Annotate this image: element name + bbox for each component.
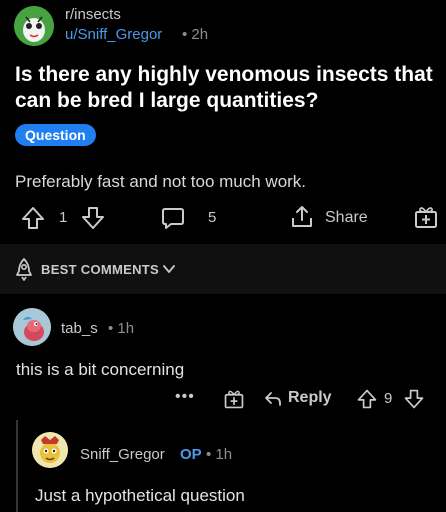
comment-vote-count: 9 — [384, 390, 393, 407]
post-flair[interactable]: Question — [15, 124, 96, 146]
post-author[interactable]: u/Sniff_Gregor — [65, 26, 162, 43]
downvote-icon[interactable] — [403, 388, 425, 410]
comment-text: this is a bit concerning — [16, 360, 185, 379]
post-body: Preferably fast and not too much work. — [15, 172, 307, 191]
post-card: r/insects u/Sniff_Gregor • 2h Is there a… — [0, 0, 446, 244]
share-button[interactable]: Share — [325, 209, 368, 227]
award-icon[interactable] — [223, 388, 245, 410]
reply-text: Just a hypothetical question — [35, 486, 245, 505]
rocket-icon — [16, 258, 32, 281]
share-icon[interactable] — [289, 204, 315, 230]
subreddit-avatar[interactable] — [14, 6, 54, 46]
chevron-down-icon[interactable] — [162, 262, 176, 276]
downvote-icon[interactable] — [80, 205, 106, 231]
reply-button[interactable]: Reply — [288, 389, 332, 407]
comment-time: • 1h — [108, 320, 135, 337]
post-title[interactable]: Is there any highly venomous insects tha… — [15, 62, 435, 114]
post-actions: 1 5 Share — [0, 200, 446, 234]
post-vote-count: 1 — [59, 209, 68, 226]
comment-username[interactable]: tab_s — [61, 320, 98, 337]
sort-label[interactable]: BEST COMMENTS — [41, 262, 159, 277]
avatar[interactable] — [32, 432, 68, 468]
avatar[interactable] — [13, 308, 51, 346]
subreddit-name[interactable]: r/insects — [65, 6, 121, 23]
post-time: • 2h — [182, 26, 209, 43]
reply-time: • 1h — [206, 446, 233, 463]
reply-arrow-icon[interactable] — [263, 389, 283, 409]
upvote-icon[interactable] — [20, 205, 46, 231]
comment-bubble-icon[interactable] — [160, 205, 186, 231]
upvote-icon[interactable] — [356, 388, 378, 410]
comment-count: 5 — [208, 209, 217, 226]
award-icon[interactable] — [413, 204, 439, 230]
thread-line[interactable] — [16, 420, 18, 512]
reply-username[interactable]: Sniff_Gregor — [80, 446, 165, 463]
more-options-button[interactable]: ••• — [175, 388, 195, 406]
op-badge: OP — [180, 446, 202, 463]
